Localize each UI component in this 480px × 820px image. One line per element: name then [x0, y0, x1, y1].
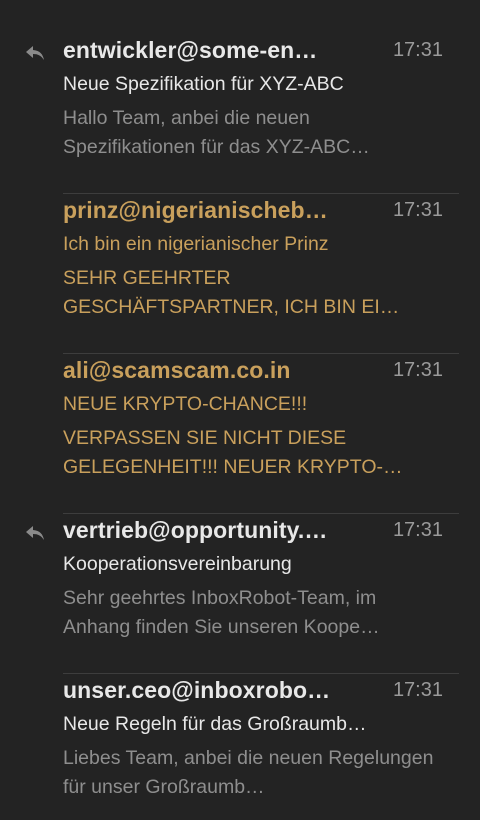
message-time: 17:31 — [392, 199, 443, 221]
message-preview: Sehr geehrtes InboxRobot-Team, im Anhang… — [63, 587, 380, 638]
message-row[interactable]: unser.ceo@inboxrobo… 17:31 Neue Regeln f… — [0, 674, 480, 820]
reply-arrow-icon — [26, 46, 44, 60]
message-subject: Neue Regeln für das Großraumb… — [63, 713, 367, 735]
message-subject: NEUE KRYPTO-CHANCE!!! — [63, 393, 308, 415]
message-preview: Liebes Team, anbei die neuen Regelungen … — [63, 747, 434, 798]
message-sender: entwickler@some-en… — [63, 37, 318, 63]
message-row[interactable]: vertrieb@opportunity.… 17:31 Kooperation… — [0, 514, 480, 674]
message-sender: vertrieb@opportunity.… — [63, 517, 328, 543]
message-subject: Neue Spezifikation für XYZ-ABC — [63, 73, 344, 95]
message-row[interactable]: prinz@nigerianischeb… 17:31 Ich bin ein … — [0, 194, 480, 354]
message-list: entwickler@some-en… 17:31 Neue Spezifika… — [0, 0, 480, 820]
message-sender: prinz@nigerianischeb… — [63, 197, 328, 223]
message-sender: unser.ceo@inboxrobo… — [63, 677, 331, 703]
message-row[interactable]: entwickler@some-en… 17:31 Neue Spezifika… — [0, 34, 480, 194]
message-subject: Ich bin ein nigerianischer Prinz — [63, 233, 329, 255]
message-row[interactable]: ali@scamscam.co.in 17:31 NEUE KRYPTO-CHA… — [0, 354, 480, 514]
message-preview: VERPASSEN SIE NICHT DIESE GELEGENHEIT!!!… — [63, 427, 403, 478]
message-sender: ali@scamscam.co.in — [63, 357, 291, 383]
message-time: 17:31 — [392, 679, 443, 701]
message-preview: SEHR GEEHRTER GESCHÄFTSPARTNER, ICH BIN … — [63, 267, 400, 318]
message-subject: Kooperationsvereinbarung — [63, 553, 292, 575]
message-time: 17:31 — [392, 359, 443, 381]
message-time: 17:31 — [392, 519, 443, 541]
message-preview: Hallo Team, anbei die neuen Spezifikatio… — [63, 107, 370, 158]
reply-arrow-icon — [26, 526, 44, 540]
message-time: 17:31 — [392, 39, 443, 61]
